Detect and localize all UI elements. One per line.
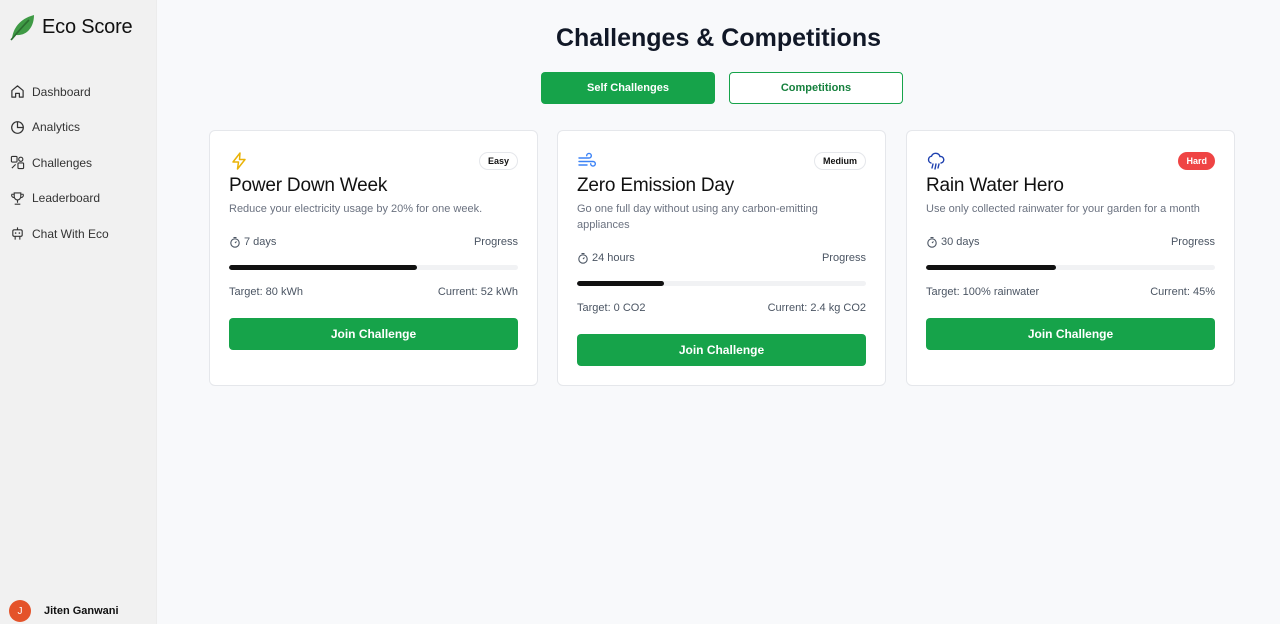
sidebar-item-chat-with-eco[interactable]: Chat With Eco	[9, 216, 109, 252]
timer-icon	[927, 236, 937, 248]
progress-bar	[229, 265, 518, 270]
sidebar-item-analytics[interactable]: Analytics	[9, 110, 109, 146]
duration-text: 30 days	[941, 236, 980, 248]
challenge-card-power-down-week: Easy Power Down Week Reduce your electri…	[209, 130, 538, 386]
user-name: Jiten Ganwani	[44, 605, 119, 617]
cloud-rain-icon	[926, 151, 946, 171]
duration-text: 24 hours	[592, 252, 635, 264]
sidebar-item-leaderboard[interactable]: Leaderboard	[9, 181, 109, 217]
page-title: Challenges & Competitions	[555, 24, 882, 52]
target-current: Target: 80 kWh Current: 52 kWh	[229, 286, 518, 298]
wind-icon	[577, 151, 597, 171]
current-text: Current: 2.4 kg CO2	[767, 302, 866, 314]
duration: 7 days	[229, 236, 276, 248]
sidebar-item-label: Chat With Eco	[32, 226, 109, 241]
puzzle-icon	[9, 155, 25, 171]
current-text: Current: 45%	[1150, 286, 1215, 298]
target-text: Target: 100% rainwater	[926, 286, 1040, 298]
join-challenge-button[interactable]: Join Challenge	[229, 318, 518, 350]
sidebar-nav: Dashboard Analytics Challenges Leaderboa…	[9, 74, 109, 252]
progress-label: Progress	[473, 236, 518, 248]
duration-text: 7 days	[244, 236, 277, 248]
challenge-card-zero-emission-day: Medium Zero Emission Day Go one full day…	[557, 130, 886, 386]
trophy-icon	[9, 190, 25, 206]
challenge-description: Use only collected rainwater for your ga…	[926, 203, 1200, 215]
user-profile[interactable]: J Jiten Ganwani	[9, 600, 119, 622]
target-text: Target: 0 CO2	[577, 302, 646, 314]
difficulty-badge: Medium	[813, 152, 866, 170]
target-current: Target: 0 CO2 Current: 2.4 kg CO2	[577, 302, 866, 314]
challenge-meta: 24 hours Progress	[577, 252, 866, 264]
app-name: Eco Score	[42, 15, 133, 38]
target-current: Target: 100% rainwater Current: 45%	[926, 286, 1215, 298]
current-text: Current: 52 kWh	[437, 286, 518, 298]
target-text: Target: 80 kWh	[229, 286, 303, 298]
challenge-meta: 30 days Progress	[926, 236, 1215, 248]
sidebar-item-label: Challenges	[32, 155, 93, 170]
challenge-title: Zero Emission Day	[577, 175, 735, 196]
challenge-meta: 7 days Progress	[229, 236, 518, 248]
progress-bar	[577, 281, 866, 286]
tab-self-challenges[interactable]: Self Challenges	[541, 72, 715, 104]
challenge-tabs: Self Challenges Competitions	[541, 72, 903, 104]
lightning-icon	[229, 151, 249, 171]
challenge-title: Power Down Week	[229, 175, 388, 196]
sidebar: Eco Score Dashboard Analytics Challenges…	[0, 0, 157, 624]
join-challenge-button[interactable]: Join Challenge	[577, 334, 866, 366]
challenge-description: Go one full day without using any carbon…	[577, 203, 818, 231]
brand[interactable]: Eco Score	[9, 13, 133, 41]
progress-fill	[577, 281, 664, 286]
home-icon	[9, 84, 25, 100]
pie-chart-icon	[9, 119, 25, 135]
sidebar-item-label: Leaderboard	[32, 191, 101, 206]
challenge-title: Rain Water Hero	[926, 175, 1064, 196]
progress-fill	[229, 265, 417, 270]
progress-label: Progress	[1170, 236, 1215, 248]
join-challenge-button[interactable]: Join Challenge	[926, 318, 1215, 350]
avatar: J	[9, 600, 31, 622]
difficulty-badge: Easy	[478, 152, 518, 170]
timer-icon	[578, 252, 588, 264]
sidebar-item-label: Dashboard	[32, 84, 91, 99]
sidebar-item-dashboard[interactable]: Dashboard	[9, 74, 109, 110]
duration: 30 days	[926, 236, 980, 248]
bot-icon	[9, 226, 25, 242]
challenge-description: Reduce your electricity usage by 20% for…	[229, 203, 483, 215]
difficulty-badge: Hard	[1178, 152, 1215, 170]
progress-fill	[926, 265, 1057, 270]
sidebar-item-challenges[interactable]: Challenges	[9, 145, 109, 181]
duration: 24 hours	[577, 252, 635, 264]
progress-bar	[926, 265, 1215, 270]
progress-label: Progress	[821, 252, 866, 264]
challenge-card-rain-water-hero: Hard Rain Water Hero Use only collected …	[906, 130, 1235, 386]
sidebar-item-label: Analytics	[32, 120, 81, 135]
timer-icon	[230, 236, 240, 248]
tab-competitions[interactable]: Competitions	[729, 72, 903, 104]
leaf-logo-icon	[9, 13, 36, 41]
